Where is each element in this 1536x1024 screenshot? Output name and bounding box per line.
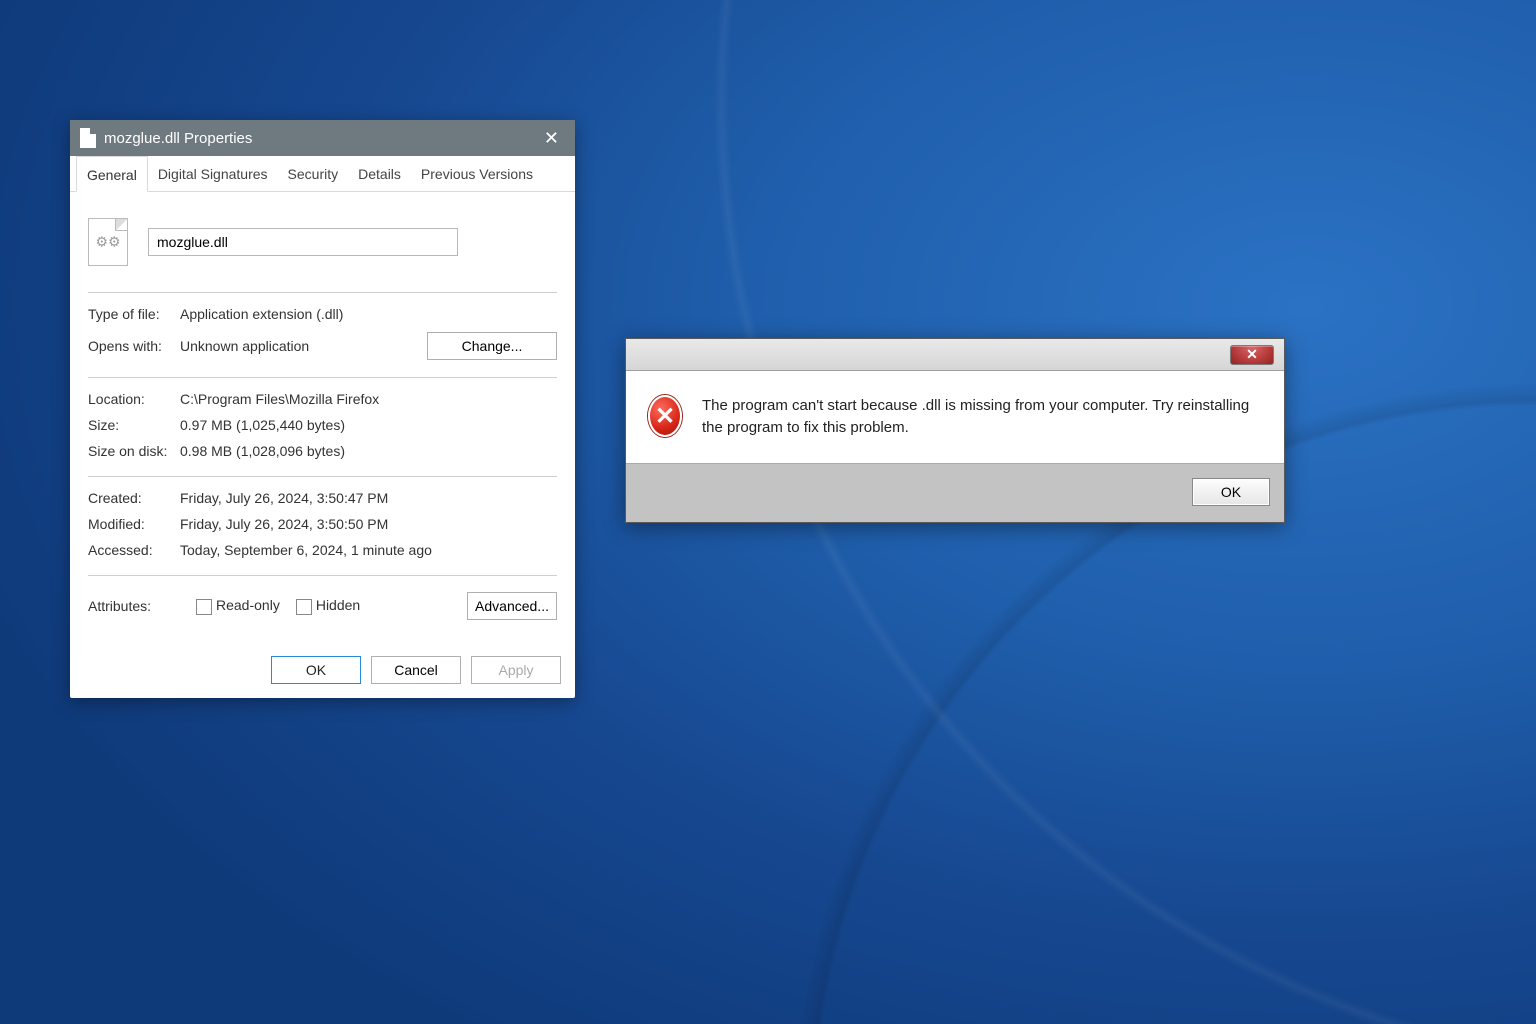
error-message: The program can't start because .dll is … — [702, 395, 1262, 439]
tab-strip: General Digital Signatures Security Deta… — [70, 156, 575, 192]
hidden-label: Hidden — [316, 597, 360, 613]
ok-button[interactable]: OK — [271, 656, 361, 684]
location-label: Location: — [88, 391, 180, 407]
tab-general[interactable]: General — [76, 156, 148, 192]
size-on-disk-value: 0.98 MB (1,028,096 bytes) — [180, 443, 345, 459]
window-title: mozglue.dll Properties — [104, 130, 252, 147]
properties-titlebar[interactable]: mozglue.dll Properties ✕ — [70, 120, 575, 156]
readonly-checkbox[interactable]: Read-only — [196, 597, 280, 614]
created-value: Friday, July 26, 2024, 3:50:47 PM — [180, 490, 388, 506]
error-footer: OK — [626, 463, 1284, 522]
location-value: C:\Program Files\Mozilla Firefox — [180, 391, 379, 407]
size-value: 0.97 MB (1,025,440 bytes) — [180, 417, 345, 433]
close-icon[interactable]: ✕ — [538, 128, 565, 149]
opens-with-value: Unknown application — [180, 338, 309, 354]
apply-button: Apply — [471, 656, 561, 684]
error-icon: ✕ — [648, 395, 682, 437]
error-titlebar[interactable]: ✕ — [626, 339, 1284, 371]
cancel-button[interactable]: Cancel — [371, 656, 461, 684]
type-of-file-label: Type of file: — [88, 306, 180, 322]
tab-details[interactable]: Details — [348, 156, 411, 191]
type-of-file-value: Application extension (.dll) — [180, 306, 343, 322]
properties-body: ⚙⚙ Type of file: Application extension (… — [70, 192, 575, 646]
error-ok-button[interactable]: OK — [1192, 478, 1270, 506]
file-icon — [80, 128, 96, 148]
accessed-label: Accessed: — [88, 542, 180, 558]
tab-digital-signatures[interactable]: Digital Signatures — [148, 156, 278, 191]
properties-dialog: mozglue.dll Properties ✕ General Digital… — [70, 120, 575, 698]
filename-input[interactable] — [148, 228, 458, 256]
change-button[interactable]: Change... — [427, 332, 557, 360]
size-label: Size: — [88, 417, 180, 433]
modified-label: Modified: — [88, 516, 180, 532]
error-dialog: ✕ ✕ The program can't start because .dll… — [625, 338, 1285, 523]
error-body: ✕ The program can't start because .dll i… — [626, 371, 1284, 463]
file-type-icon: ⚙⚙ — [88, 218, 128, 266]
opens-with-label: Opens with: — [88, 338, 180, 354]
advanced-button[interactable]: Advanced... — [467, 592, 557, 620]
size-on-disk-label: Size on disk: — [88, 443, 180, 459]
tab-previous-versions[interactable]: Previous Versions — [411, 156, 543, 191]
readonly-label: Read-only — [216, 597, 280, 613]
created-label: Created: — [88, 490, 180, 506]
close-icon[interactable]: ✕ — [1230, 345, 1274, 365]
accessed-value: Today, September 6, 2024, 1 minute ago — [180, 542, 432, 558]
properties-footer: OK Cancel Apply — [70, 646, 575, 698]
modified-value: Friday, July 26, 2024, 3:50:50 PM — [180, 516, 388, 532]
attributes-label: Attributes: — [88, 598, 180, 614]
hidden-checkbox[interactable]: Hidden — [296, 597, 360, 614]
tab-security[interactable]: Security — [278, 156, 349, 191]
